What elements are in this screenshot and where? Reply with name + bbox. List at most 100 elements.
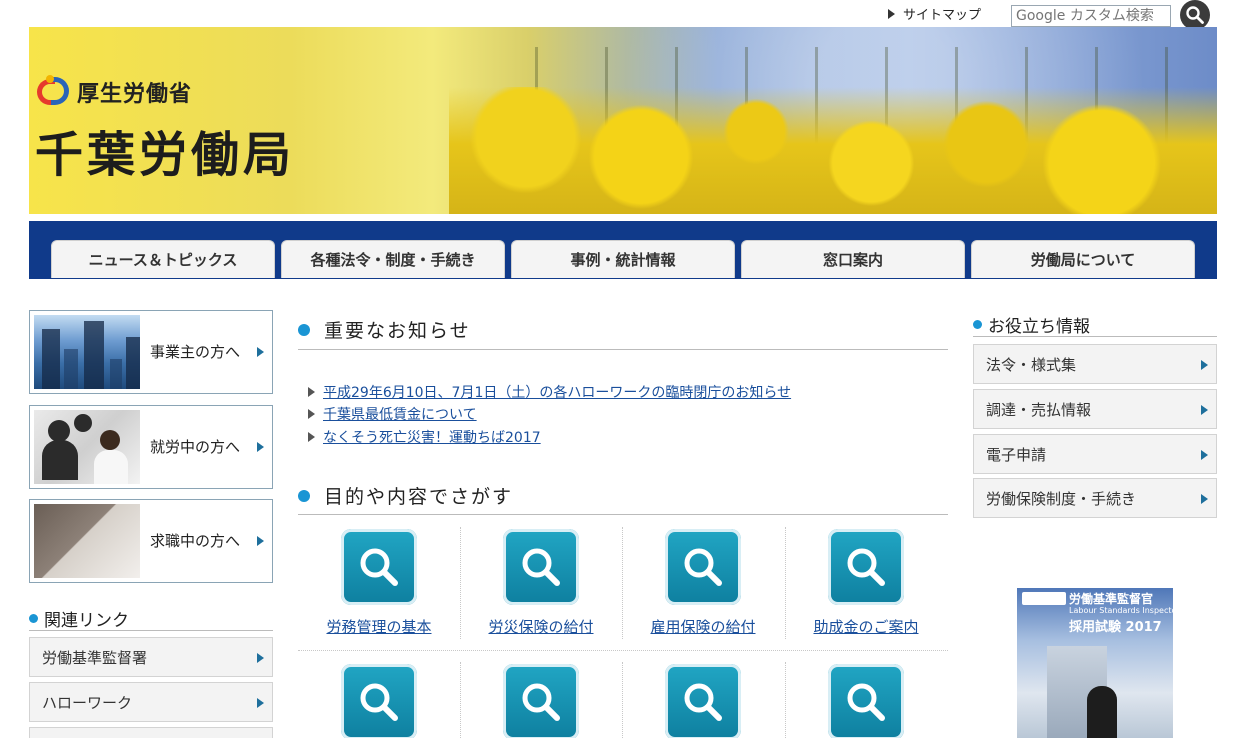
divider (785, 527, 786, 639)
link-label: 労働保険制度・手続き (986, 489, 1137, 508)
recruitment-banner[interactable]: 労働基準監督官 Labour Standards Inspector 採用試験 … (1017, 588, 1173, 738)
related-link-partial[interactable] (29, 727, 273, 738)
nav-tab-statistics[interactable]: 事例・統計情報 (511, 240, 735, 278)
tile-caption[interactable]: 労災保険の給付 (460, 616, 622, 637)
audience-label: 就労中の方へ (150, 438, 241, 456)
search-tile-labour-management: 労務管理の基本 (298, 529, 460, 654)
writing-hand-image (34, 504, 140, 578)
banner-subtitle: Labour Standards Inspector (1069, 606, 1173, 615)
search-input[interactable] (1011, 5, 1171, 27)
search-icon (360, 548, 398, 586)
notice-item: なくそう死亡災害！運動ちば2017 (308, 427, 541, 447)
arrow-right-icon (1201, 494, 1208, 504)
divider (298, 349, 948, 350)
person-image (1087, 686, 1117, 738)
useful-link-laws-forms[interactable]: 法令・様式集 (973, 344, 1217, 384)
heading-text: お役立ち情報 (988, 317, 1090, 337)
related-link-hellowork[interactable]: ハローワーク (29, 682, 273, 722)
arrow-right-icon (1201, 405, 1208, 415)
search-tile (460, 664, 622, 738)
link-label: 法令・様式集 (986, 355, 1077, 374)
tile-caption[interactable]: 助成金のご案内 (785, 616, 947, 637)
magnifier-tile-button[interactable] (828, 664, 904, 738)
banner-exam: 採用試験 2017 (1069, 620, 1162, 635)
related-link-labour-standards[interactable]: 労働基準監督署 (29, 637, 273, 677)
nav-tab-laws[interactable]: 各種法令・制度・手続き (281, 240, 505, 278)
sitemap-label: サイトマップ (903, 8, 982, 23)
useful-link-e-application[interactable]: 電子申請 (973, 434, 1217, 474)
notice-item: 千葉県最低賃金について (308, 404, 477, 424)
heading-text: 目的や内容でさがす (324, 486, 514, 508)
arrow-right-icon (257, 698, 264, 708)
mhlw-logo-icon (37, 75, 71, 109)
search-tile (298, 664, 460, 738)
banner-title: 労働基準監督官 (1069, 592, 1154, 606)
buildings-image (34, 315, 140, 389)
link-label: 調達・売払情報 (986, 400, 1092, 419)
notice-link[interactable]: 千葉県最低賃金について (323, 404, 477, 424)
notice-link[interactable]: 平成29年6月10日、7月1日（土）の各ハローワークの臨時閉庁のお知らせ (323, 382, 791, 402)
arrow-right-icon (257, 536, 264, 546)
search-icon (360, 683, 398, 721)
audience-label: 事業主の方へ (150, 343, 241, 361)
tile-caption[interactable]: 雇用保険の給付 (622, 616, 784, 637)
magnifier-tile-button[interactable] (503, 529, 579, 605)
ministry-logo[interactable]: 厚生労働省 (37, 75, 192, 109)
divider (622, 527, 623, 639)
useful-link-procurement[interactable]: 調達・売払情報 (973, 389, 1217, 429)
audience-employed[interactable]: 就労中の方へ (29, 405, 273, 489)
search-tile-subsidy: 助成金のご案内 (785, 529, 947, 654)
magnifier-tile-button[interactable] (341, 664, 417, 738)
useful-link-labour-insurance[interactable]: 労働保険制度・手続き (973, 478, 1217, 518)
notice-item: 平成29年6月10日、7月1日（土）の各ハローワークの臨時閉庁のお知らせ (308, 382, 791, 402)
triangle-right-icon (308, 387, 315, 397)
search-icon (847, 683, 885, 721)
search-tile-employment-insurance: 雇用保険の給付 (622, 529, 784, 654)
tile-caption[interactable]: 労務管理の基本 (298, 616, 460, 637)
divider (29, 630, 273, 631)
nav-tab-counter[interactable]: 窓口案内 (741, 240, 965, 278)
divider (973, 336, 1217, 337)
mhlw-small-logo (1022, 592, 1066, 605)
search-icon (1186, 6, 1204, 24)
notice-link[interactable]: なくそう死亡災害！運動ちば2017 (323, 427, 541, 447)
banner-flowers-image (449, 87, 1217, 214)
search-tile (622, 664, 784, 738)
bullet-dot-icon (298, 489, 310, 502)
search-icon (522, 683, 560, 721)
arrow-right-icon (257, 347, 264, 357)
header-banner: 厚生労働省 千葉労働局 (29, 27, 1217, 214)
link-label: ハローワーク (42, 693, 133, 712)
audience-job-seeker[interactable]: 求職中の方へ (29, 499, 273, 583)
useful-info-heading: お役立ち情報 (973, 312, 1090, 337)
search-button[interactable] (1180, 0, 1210, 30)
search-tile (785, 664, 947, 738)
triangle-right-icon (308, 409, 315, 419)
sitemap-link[interactable]: サイトマップ (888, 4, 981, 23)
triangle-right-icon (308, 432, 315, 442)
divider (460, 527, 461, 639)
audience-employer[interactable]: 事業主の方へ (29, 310, 273, 394)
magnifier-tile-button[interactable] (503, 664, 579, 738)
arrow-right-icon (257, 442, 264, 452)
audience-label: 求職中の方へ (150, 532, 241, 550)
search-purpose-heading: 目的や内容でさがす (298, 482, 513, 509)
nav-tab-about[interactable]: 労働局について (971, 240, 1195, 278)
magnifier-tile-button[interactable] (828, 529, 904, 605)
related-links-heading: 関連リンク (29, 606, 129, 631)
triangle-right-icon (888, 8, 895, 19)
magnifier-tile-button[interactable] (665, 664, 741, 738)
arrow-right-icon (1201, 450, 1208, 460)
search-icon (522, 548, 560, 586)
link-label: 電子申請 (986, 445, 1047, 464)
nav-tab-news[interactable]: ニュース＆トピックス (51, 240, 275, 278)
business-people-image (34, 410, 140, 484)
bureau-name: 千葉労働局 (35, 127, 296, 183)
ministry-name: 厚生労働省 (77, 82, 193, 107)
global-nav: ニュース＆トピックス 各種法令・制度・手続き 事例・統計情報 窓口案内 労働局に… (29, 221, 1217, 279)
magnifier-tile-button[interactable] (665, 529, 741, 605)
search-icon (684, 548, 722, 586)
magnifier-tile-button[interactable] (341, 529, 417, 605)
search-tile-industrial-accident: 労災保険の給付 (460, 529, 622, 654)
search-icon (847, 548, 885, 586)
